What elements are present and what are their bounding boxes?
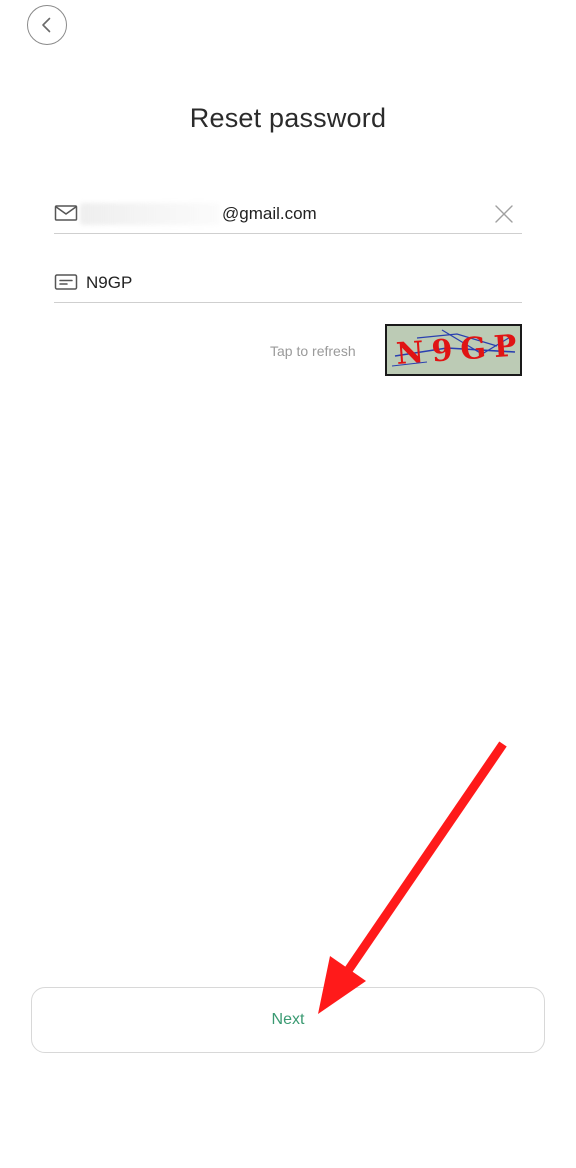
captcha-input[interactable]: N9GP bbox=[54, 262, 522, 303]
email-field[interactable]: @gmail.com bbox=[54, 193, 522, 234]
chevron-left-icon bbox=[42, 17, 51, 33]
mail-icon bbox=[54, 205, 78, 221]
email-value: @gmail.com bbox=[222, 204, 317, 223]
text-box-icon bbox=[54, 274, 78, 290]
page-title: Reset password bbox=[189, 103, 387, 133]
redacted-email-username bbox=[80, 203, 220, 225]
captcha-graphic: N9GP bbox=[387, 326, 520, 374]
next-button-label: Next bbox=[271, 1011, 305, 1028]
next-button[interactable]: Next bbox=[31, 987, 545, 1053]
back-button[interactable] bbox=[27, 5, 67, 45]
captcha-input-value: N9GP bbox=[86, 273, 133, 292]
captcha-image[interactable]: N9GP bbox=[385, 324, 522, 376]
refresh-hint[interactable]: Tap to refresh bbox=[270, 343, 356, 359]
close-icon[interactable] bbox=[494, 204, 514, 224]
